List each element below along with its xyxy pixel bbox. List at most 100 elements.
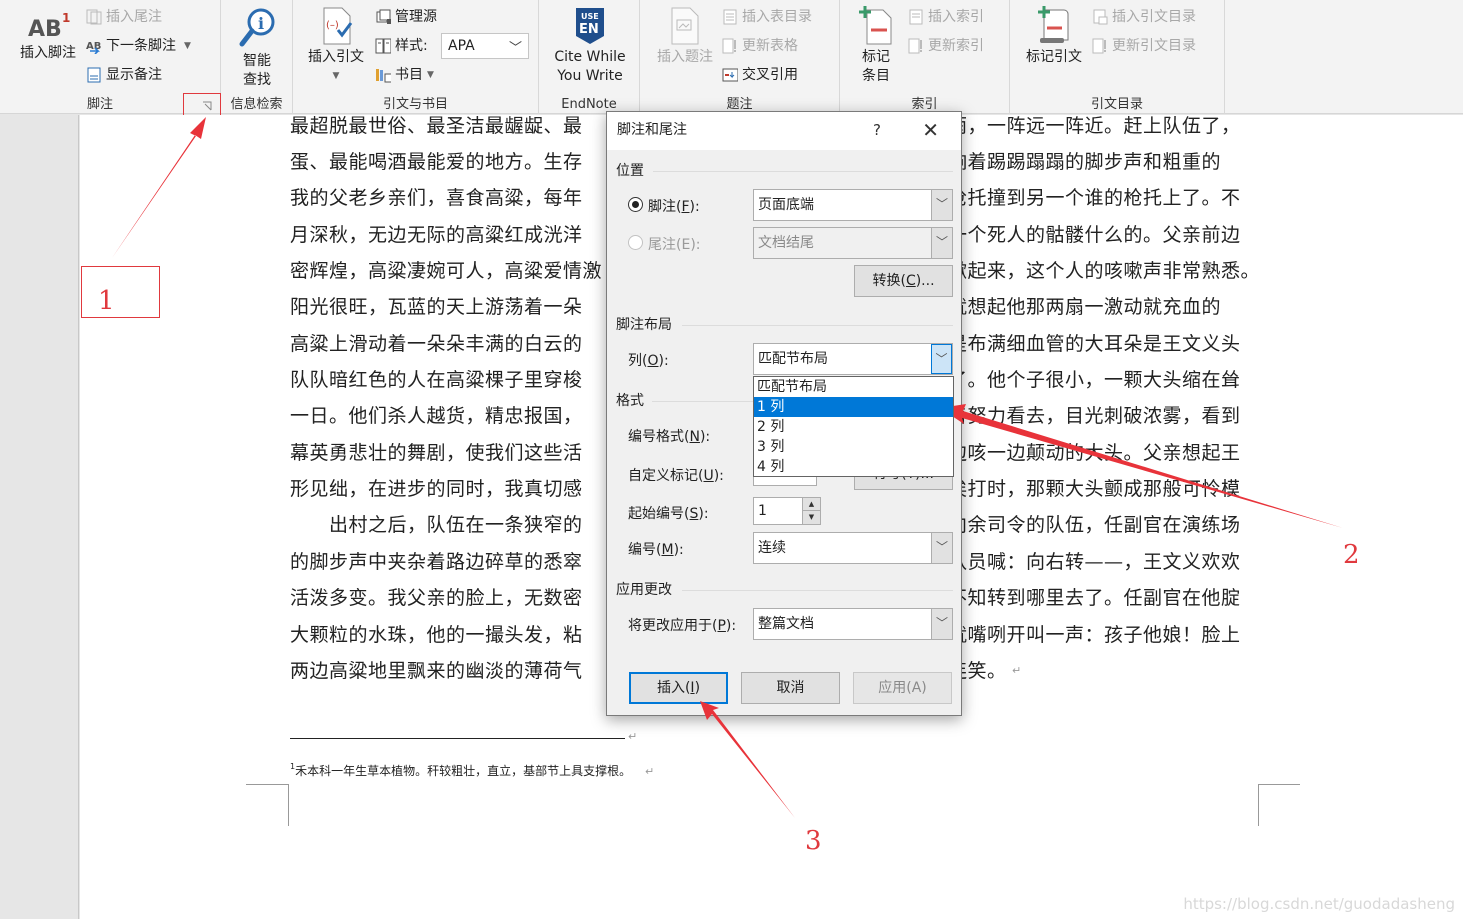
columns-dropdown-list[interactable]: 匹配节布局 1 列2 列3 列4 列 — [753, 376, 954, 477]
columns-select[interactable]: 匹配节布局 ﹀ — [753, 343, 953, 375]
update-index-icon — [908, 38, 922, 54]
footnote-ab1-icon: AB 1 — [28, 11, 70, 42]
document-line-left: 密辉煌，高粱凄婉可人，高粱爱情激 — [290, 260, 603, 282]
endnote-radio[interactable] — [628, 235, 643, 250]
document-line-right: 向余司令的队伍，任副官在演练场 — [948, 514, 1241, 536]
convert-button[interactable]: 转换(C)... — [854, 265, 953, 297]
insert-toa-button[interactable]: 插入引文目录 — [1092, 6, 1196, 28]
apply-section-heading: 应用更改 — [616, 582, 672, 598]
footnote-dialog-launcher[interactable] — [183, 93, 221, 117]
smart-lookup-button[interactable]: i 智能 查找 — [227, 6, 287, 90]
table-of-figures-icon — [723, 9, 737, 25]
mark-citation-button[interactable]: 标记引文 — [1020, 6, 1088, 67]
insert-index-icon — [909, 9, 923, 25]
endnote-radio-label[interactable]: 尾注(E): — [648, 234, 701, 254]
mark-entry-icon — [859, 6, 892, 45]
next-footnote-button[interactable]: AB 下一条脚注 ▼ — [86, 35, 191, 57]
divider — [682, 325, 953, 326]
columns-option[interactable]: 1 列 — [754, 397, 953, 417]
document-line-right: 嗽起来，这个人的咳嗽声非常熟悉。 — [948, 260, 1261, 282]
document-line-left: 大颗粒的水珠，他的一撮头发，粘 — [290, 624, 583, 646]
bibliography-button[interactable]: 书目 ▼ — [375, 64, 434, 86]
insert-endnote-button[interactable]: 插入尾注 — [86, 6, 162, 28]
dialog-launcher-icon — [203, 101, 212, 111]
cancel-button[interactable]: 取消 — [741, 672, 840, 704]
insert-footnote-button[interactable]: AB 1 插入脚注 — [14, 6, 82, 63]
next-footnote-dropdown-icon[interactable]: ▼ — [184, 35, 191, 57]
document-line-right: 队员喊：向右转——，王文义欢欢 — [948, 551, 1241, 573]
insert-caption-icon — [671, 7, 699, 45]
cross-reference-button[interactable]: 交叉引用 — [722, 64, 798, 86]
citation-style-select[interactable]: APA ﹀ — [441, 33, 529, 59]
insert-table-of-figures-button[interactable]: 插入表目录 — [722, 6, 812, 28]
number-format-label: 编号格式(N): — [628, 429, 711, 445]
footnote-radio[interactable] — [628, 197, 643, 212]
position-section-heading: 位置 — [616, 163, 644, 179]
mark-citation-icon — [1038, 6, 1069, 43]
dialog-titlebar[interactable]: 脚注和尾注 ? ✕ — [607, 112, 961, 150]
document-line-left: 阳光很旺，瓦蓝的天上游荡着一朵 — [290, 296, 583, 318]
apply-to-select[interactable]: 整篇文档 ﹀ — [753, 608, 953, 640]
annotation-marker-1: 1 — [98, 286, 115, 316]
footnote-location-select[interactable]: 页面底端 ﹀ — [753, 189, 953, 221]
insert-citation-icon: (–) — [323, 7, 353, 45]
divider — [682, 590, 953, 591]
ribbon-group-endnote: USE EN Cite While You Write EndNote — [539, 0, 640, 114]
document-line-left: 两边高粱地里飘来的幽淡的薄荷气 — [290, 660, 583, 682]
apply-button[interactable]: 应用(A) — [853, 672, 952, 704]
document-line-right: 一个死人的骷髅什么的。父亲前边 — [948, 224, 1241, 246]
document-line-left: 月深秋，无边无际的高粱红成洸洋 — [290, 224, 583, 246]
document-left-gutter — [0, 115, 79, 919]
manage-sources-button[interactable]: 管理源 — [375, 6, 437, 28]
insert-index-button[interactable]: 插入索引 — [908, 6, 984, 28]
paragraph-mark: ↵ — [1012, 664, 1022, 677]
start-at-spinner[interactable]: 1 ▲ ▼ — [753, 497, 821, 525]
mark-entry-button[interactable]: 标记 条目 — [850, 6, 902, 86]
svg-text:EN: EN — [579, 22, 599, 37]
apply-to-label: 将更改应用于(P): — [628, 618, 737, 634]
numbering-select[interactable]: 连续 ﹀ — [753, 532, 953, 564]
columns-option[interactable]: 2 列 — [754, 417, 953, 437]
columns-option[interactable]: 4 列 — [754, 457, 953, 477]
help-icon[interactable]: ? — [873, 112, 881, 148]
document-line-left: 活泼多变。我父亲的脸上，无数密 — [290, 587, 583, 609]
toa-group-label: 引文目录 — [1090, 97, 1143, 112]
columns-label: 列(O): — [628, 353, 669, 369]
insert-caption-button[interactable]: 插入题注 — [650, 6, 720, 67]
endnote-group-label: EndNote — [561, 97, 617, 112]
update-toa-button[interactable]: 更新引文目录 — [1092, 35, 1196, 57]
document-line-right: 就嘴咧开叫一声：孩子他娘！脸上 — [948, 624, 1241, 646]
update-table-button[interactable]: 更新表格 — [722, 35, 798, 57]
insert-button[interactable]: 插入(I) — [629, 672, 728, 704]
close-icon[interactable]: ✕ — [922, 112, 939, 148]
annotation-marker-3: 3 — [805, 826, 822, 856]
insert-citation-button[interactable]: (–) 插入引文 ▼ — [303, 6, 369, 86]
next-footnote-icon: AB — [86, 41, 101, 54]
footnote-text[interactable]: 1禾本科一年生草本植物。秆较粗壮，直立，基部节上具支撑根。 ↵ — [290, 762, 654, 779]
citation-style-label: 样式: — [375, 35, 428, 57]
insert-citation-dropdown-icon[interactable]: ▼ — [303, 67, 369, 86]
document-line-left: 一日。他们杀人越货，精忠报国， — [290, 405, 583, 427]
paragraph-mark: ↵ — [628, 730, 638, 743]
svg-text:i: i — [258, 14, 264, 33]
crop-mark-left — [246, 784, 289, 826]
spin-up-icon[interactable]: ▲ — [802, 498, 820, 511]
columns-option[interactable]: 匹配节布局 — [754, 377, 953, 397]
endnote-location-select[interactable]: 文档结尾 ﹀ — [753, 227, 953, 259]
annotation-box-1 — [81, 266, 160, 318]
endnote-logo-icon: USE EN — [576, 8, 604, 44]
footnote-radio-label[interactable]: 脚注(F): — [648, 196, 700, 216]
manage-sources-icon — [376, 9, 391, 24]
insert-footnote-label: 插入脚注 — [20, 45, 76, 61]
spin-down-icon[interactable]: ▼ — [802, 511, 820, 524]
layout-section-heading: 脚注布局 — [616, 317, 672, 333]
bibliography-dropdown-icon[interactable]: ▼ — [427, 64, 434, 86]
update-index-button[interactable]: 更新索引 — [908, 35, 984, 57]
svg-text:AB: AB — [28, 17, 62, 42]
columns-option[interactable]: 3 列 — [754, 437, 953, 457]
ribbon-group-citations: (–) 插入引文 ▼ 管理源 样式: APA ﹀ 书目 ▼ 引文与书目 — [293, 0, 539, 114]
dialog-title: 脚注和尾注 — [617, 122, 687, 138]
ribbon: AB 1 插入脚注 插入尾注 AB 下一条脚注 ▼ 显示备注 脚注 i 智能 查… — [0, 0, 1463, 117]
cite-while-you-write-button[interactable]: USE EN Cite While You Write — [547, 6, 633, 86]
show-notes-button[interactable]: 显示备注 — [86, 64, 162, 86]
